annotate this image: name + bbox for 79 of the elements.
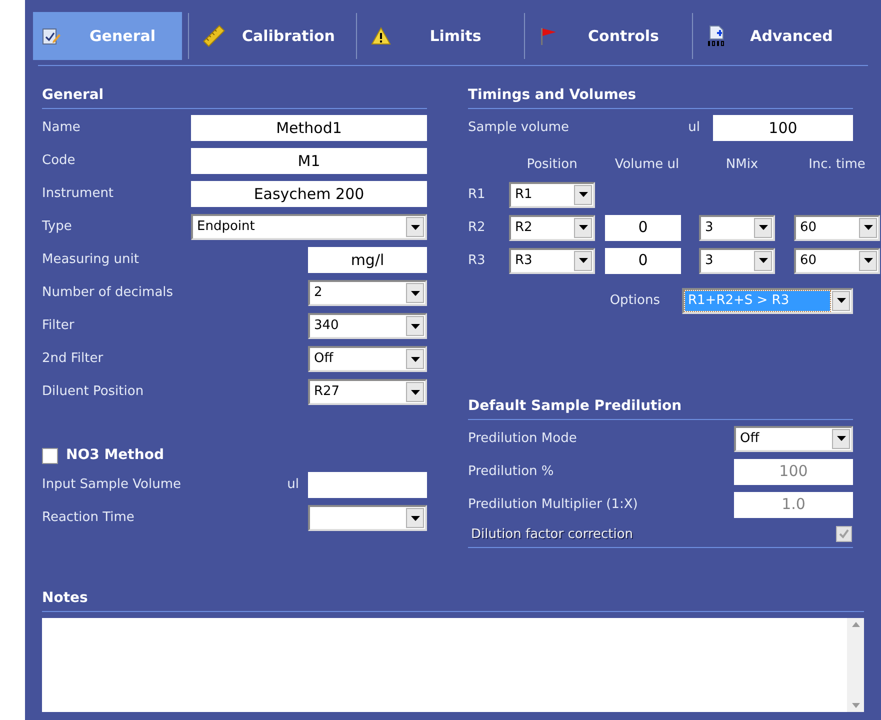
text-field[interactable]: mg/l — [308, 247, 427, 273]
field-label: Name — [42, 119, 80, 138]
dropdown[interactable]: R3 — [509, 248, 595, 274]
scroll-down-icon[interactable] — [852, 703, 860, 708]
dropdown[interactable]: R1 — [509, 182, 595, 208]
dropdown[interactable]: 60 — [794, 248, 880, 274]
row-label: R2 — [468, 218, 486, 237]
field-label: Instrument — [42, 185, 114, 204]
caret-icon — [836, 298, 846, 303]
text-field[interactable]: M1 — [191, 148, 427, 174]
caret-icon — [758, 258, 768, 263]
field-label: Predilution Mode — [468, 430, 577, 448]
text-field[interactable]: 100 — [713, 115, 853, 141]
field-label: Type — [42, 218, 72, 236]
dropdown[interactable]: 3 — [699, 214, 775, 240]
dropdown[interactable] — [308, 505, 427, 531]
field-label: Filter — [42, 317, 74, 336]
field-label: Code — [42, 152, 76, 170]
section-heading: General — [42, 87, 104, 103]
unit-label: ul — [688, 119, 700, 138]
caret-icon — [410, 224, 420, 230]
dropdown[interactable]: R27 — [308, 379, 427, 405]
section-heading: Timings and Volumes — [468, 87, 636, 103]
unit-label: ul — [287, 476, 299, 494]
text-field[interactable]: 0 — [605, 248, 681, 274]
clipboard-pencil-icon — [41, 26, 61, 46]
field-label: Options — [610, 292, 660, 310]
checkbox[interactable] — [42, 448, 58, 464]
field-label: 2nd Filter — [42, 350, 104, 368]
scrollbar[interactable] — [847, 618, 864, 712]
caret-icon — [864, 258, 872, 263]
caret-icon — [410, 290, 420, 296]
dropdown[interactable]: 3 — [699, 248, 775, 274]
dropdown[interactable]: 60 — [794, 214, 880, 240]
text-field[interactable]: Method1 — [191, 115, 427, 141]
row-label: R3 — [468, 252, 486, 270]
caret-icon — [410, 324, 420, 328]
field-label: Predilution % — [468, 462, 554, 481]
tab[interactable]: Calibration — [195, 12, 350, 60]
checkbox-label: Dilution factor correction — [471, 526, 634, 544]
caret-icon — [758, 225, 768, 230]
dropdown[interactable]: Off — [308, 346, 427, 372]
tab[interactable]: Advanced — [699, 12, 854, 60]
field-label: Predilution Multiplier (1:X) — [468, 496, 638, 514]
caret-icon — [578, 258, 588, 263]
field-label: Input Sample Volume — [42, 476, 182, 494]
field-label: Reaction Time — [42, 509, 136, 528]
checkbox-label: NO3 Method — [66, 446, 164, 465]
field-label: Diluent Position — [42, 383, 144, 402]
column-header: Volume ul — [614, 156, 680, 174]
field-label: Measuring unit — [42, 251, 139, 270]
tab[interactable]: Limits — [363, 12, 518, 60]
column-header: Position — [526, 156, 578, 174]
section-heading: Notes — [42, 590, 88, 606]
dropdown[interactable]: 340 — [308, 313, 427, 339]
column-header: Inc. time — [808, 156, 866, 174]
row-label: R1 — [468, 186, 486, 204]
dropdown[interactable]: 2 — [308, 280, 427, 306]
caret-icon — [410, 390, 420, 394]
column-header: NMix — [724, 156, 760, 174]
caret-icon — [410, 516, 420, 520]
dropdown[interactable]: Off — [734, 426, 853, 452]
caret-icon — [410, 356, 420, 362]
text-field[interactable]: 0 — [605, 214, 681, 240]
field-label: Number of decimals — [42, 284, 174, 302]
caret-icon — [836, 436, 846, 441]
caret-icon — [578, 225, 588, 230]
caret-icon — [578, 192, 588, 197]
tab[interactable]: Controls — [531, 12, 686, 60]
dropdown[interactable]: R2 — [509, 214, 595, 240]
section-heading: Default Sample Predilution — [468, 398, 682, 414]
warning-icon — [371, 27, 391, 45]
caret-icon — [864, 225, 872, 230]
dropdown[interactable]: Endpoint — [191, 214, 427, 240]
scroll-up-icon[interactable] — [852, 622, 860, 627]
binary-document-icon — [707, 25, 727, 47]
text-field[interactable] — [308, 472, 427, 498]
field-label: Sample volume — [468, 119, 570, 138]
text-field[interactable]: Easychem 200 — [191, 181, 427, 207]
